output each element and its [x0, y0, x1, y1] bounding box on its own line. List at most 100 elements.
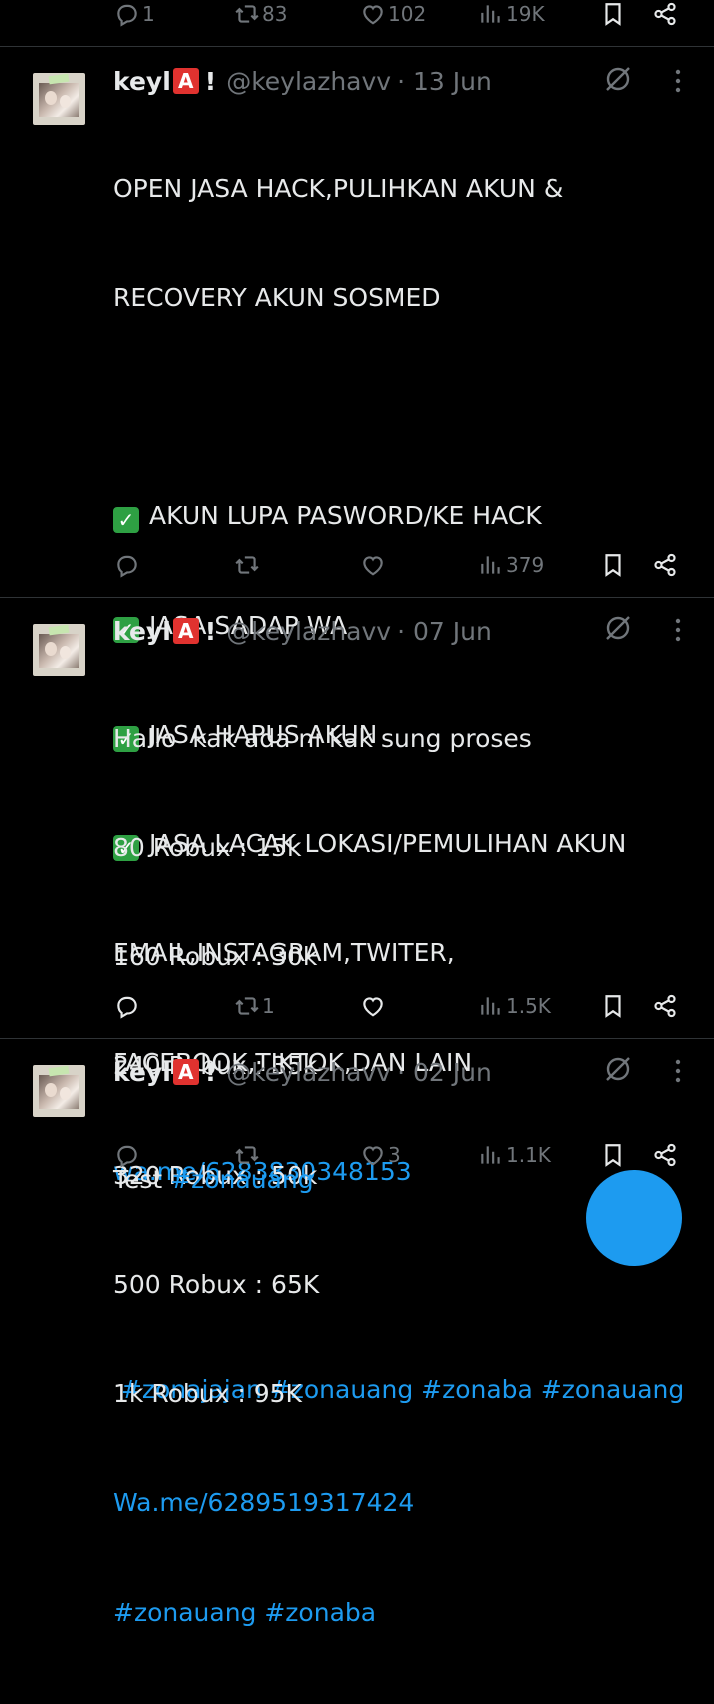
whatsapp-link[interactable]: Wa.me/6289519317424 [113, 1485, 532, 1521]
heart-icon [360, 1, 386, 27]
compose-button[interactable] [586, 1170, 682, 1266]
name-suffix: ! [204, 1057, 217, 1087]
views-button[interactable]: 379 [478, 547, 544, 583]
bookmark-icon [600, 552, 626, 578]
grok-icon[interactable] [602, 612, 634, 644]
heart-icon [360, 552, 386, 578]
display-name[interactable]: keyl [113, 617, 171, 646]
reply-button[interactable] [114, 988, 142, 1024]
like-button[interactable] [360, 988, 388, 1024]
tweet-line: 500 Robux : 65K [113, 1269, 320, 1299]
retweet-icon [234, 993, 260, 1019]
retweet-count: 83 [262, 2, 288, 26]
like-count: 3 [388, 1143, 401, 1167]
tweet-line: ✓ AKUN LUPA PASWORD/KE HACK [113, 498, 684, 534]
share-icon [652, 552, 678, 578]
bookmark-button[interactable] [600, 547, 626, 583]
bookmark-button[interactable] [600, 1137, 626, 1173]
tweet[interactable]: keyl A ! @keylazhavv · 13 Jun OPEN JASA … [0, 47, 714, 1404]
reply-button[interactable]: 1 [114, 0, 155, 32]
views-icon [478, 993, 504, 1019]
warning-badge-icon: A [172, 68, 199, 94]
tweet-line: 160 Robux : 30k [113, 942, 318, 972]
tweet[interactable]: keyl A ! @keylazhavv · 07 Jun Hallo kak … [0, 598, 714, 1627]
name-suffix: ! [204, 66, 217, 96]
reply-count: 1 [142, 2, 155, 26]
like-count: 102 [388, 2, 427, 26]
like-button[interactable]: 102 [360, 0, 426, 32]
grok-icon[interactable] [602, 63, 634, 95]
more-options-icon[interactable] [668, 1055, 688, 1087]
tweet-date[interactable]: · 13 Jun [397, 67, 492, 96]
retweet-icon [234, 552, 260, 578]
retweet-count: 1 [262, 994, 275, 1018]
tweet-text: Test #zonauang [113, 1089, 314, 1271]
tweet-date[interactable]: · 02 Jun [397, 1058, 492, 1087]
share-button[interactable] [652, 547, 678, 583]
view-count: 379 [506, 553, 545, 577]
tweet-line: OPEN JASA HACK,PULIHKAN AKUN & [113, 173, 564, 203]
display-name[interactable]: keyl [113, 1058, 171, 1087]
avatar[interactable] [33, 624, 85, 676]
tweet[interactable]: keyl A ! @keylazhavv · 02 Jun Test #zona… [0, 1039, 714, 1200]
tweet-actions: 3 1.1K [0, 1137, 714, 1177]
reply-button[interactable] [114, 1137, 142, 1173]
heart-icon [360, 993, 386, 1019]
views-button[interactable]: 1.5K [478, 988, 551, 1024]
like-button[interactable] [360, 547, 388, 583]
retweet-icon [234, 1, 260, 27]
views-icon [478, 1142, 504, 1168]
tweet-date[interactable]: · 07 Jun [397, 617, 492, 646]
bookmark-button[interactable] [600, 0, 626, 32]
views-button[interactable]: 1.1K [478, 1137, 551, 1173]
reply-icon [114, 552, 140, 578]
retweet-icon [234, 1142, 260, 1168]
display-name[interactable]: keyl [113, 67, 171, 96]
check-mark-icon: ✓ [113, 507, 139, 534]
share-icon [652, 993, 678, 1019]
reply-button[interactable] [114, 547, 142, 583]
retweet-button[interactable]: 1 [234, 988, 275, 1024]
view-count: 19K [506, 2, 545, 26]
retweet-button[interactable] [234, 1137, 262, 1173]
grok-icon[interactable] [602, 1053, 634, 1085]
share-button[interactable] [652, 0, 678, 32]
user-handle[interactable]: @keylazhavv [226, 1058, 391, 1087]
user-handle[interactable]: @keylazhavv [226, 67, 391, 96]
reply-icon [114, 993, 140, 1019]
reply-icon [114, 1142, 140, 1168]
tweet-line: Hallo kak ada ni kak sung proses [113, 723, 532, 753]
views-button[interactable]: 19K [478, 0, 545, 32]
share-button[interactable] [652, 988, 678, 1024]
tweet-actions: 379 [0, 547, 714, 587]
views-icon [478, 1, 504, 27]
top-action-bar: 1 83 102 19K [0, 0, 714, 40]
retweet-button[interactable]: 83 [234, 0, 287, 32]
avatar[interactable] [33, 1065, 85, 1117]
name-suffix: ! [204, 616, 217, 646]
warning-badge-icon: A [172, 1059, 199, 1085]
avatar[interactable] [33, 73, 85, 125]
share-icon [652, 1142, 678, 1168]
share-icon [652, 1, 678, 27]
user-handle[interactable]: @keylazhavv [226, 617, 391, 646]
tweet-line: 80 Robux : 15k [113, 833, 302, 863]
reply-icon [114, 1, 140, 27]
more-options-icon[interactable] [668, 614, 688, 646]
like-button[interactable]: 3 [360, 1137, 401, 1173]
bookmark-icon [600, 993, 626, 1019]
hashtag-links[interactable]: #zonauang #zonaba [113, 1595, 532, 1631]
tweet-line: RECOVERY AKUN SOSMED [113, 283, 441, 313]
tweet-header: keyl A ! @keylazhavv · 07 Jun [113, 614, 492, 648]
warning-badge-icon: A [172, 618, 199, 644]
tweet-actions: 1 1.5K [0, 988, 714, 1028]
tweet-line: 1k Robux : 95K [113, 1379, 302, 1409]
heart-icon [360, 1142, 386, 1168]
retweet-button[interactable] [234, 547, 262, 583]
bookmark-button[interactable] [600, 988, 626, 1024]
view-count: 1.5K [506, 994, 551, 1018]
tweet-header: keyl A ! @keylazhavv · 13 Jun [113, 64, 492, 98]
more-options-icon[interactable] [668, 65, 688, 97]
tweet-header: keyl A ! @keylazhavv · 02 Jun [113, 1055, 492, 1089]
share-button[interactable] [652, 1137, 678, 1173]
